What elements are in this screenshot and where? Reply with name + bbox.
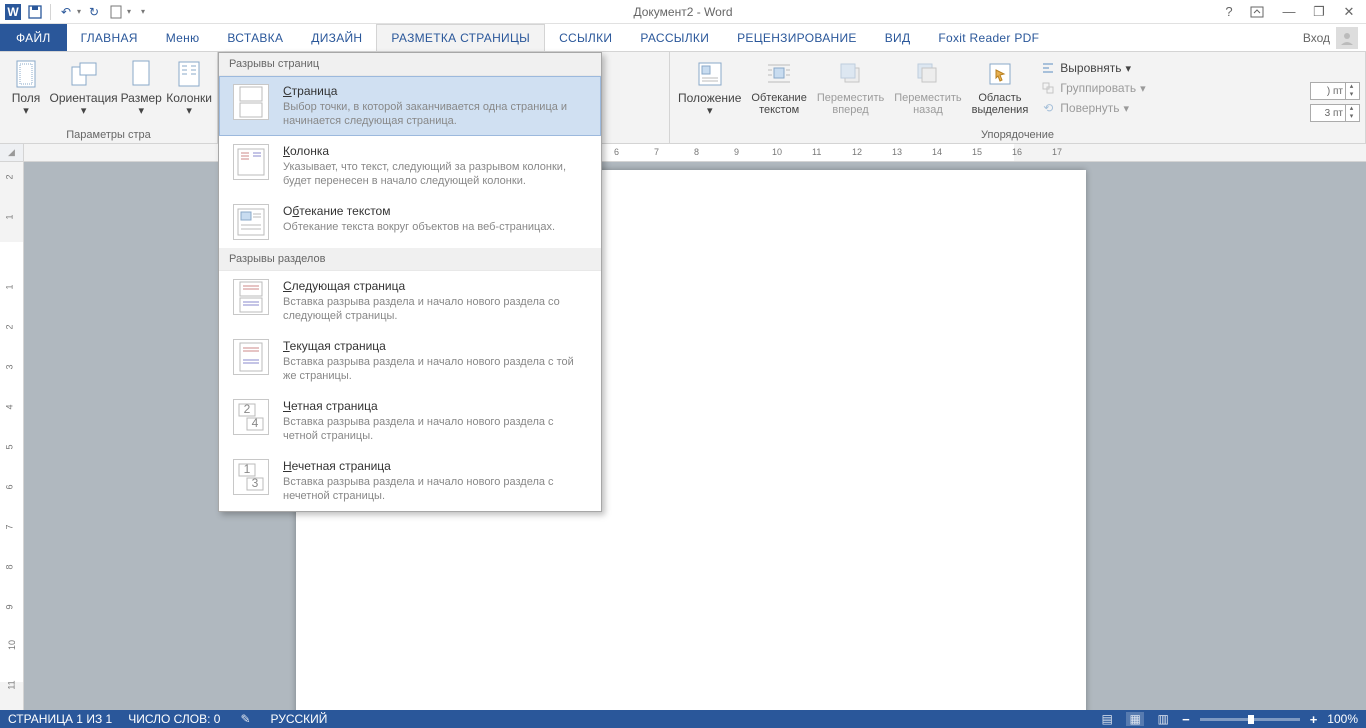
tab-mailings[interactable]: РАССЫЛКИ: [626, 24, 723, 51]
tab-design[interactable]: ДИЗАЙН: [297, 24, 376, 51]
next-page-icon: [233, 279, 269, 315]
ribbon-tabs: ФАЙЛ ГЛАВНАЯ Меню ВСТАВКА ДИЗАЙН РАЗМЕТК…: [0, 24, 1366, 52]
rotate-button[interactable]: ⟲Повернуть ▾: [1034, 98, 1151, 118]
statusbar: СТРАНИЦА 1 ИЗ 1 ЧИСЛО СЛОВ: 0 ✎ РУССКИЙ …: [0, 710, 1366, 728]
orientation-button[interactable]: Ориентация▾: [50, 56, 117, 119]
avatar-icon: [1336, 27, 1358, 49]
text-wrap-break-icon: [233, 204, 269, 240]
break-page[interactable]: СтраницаВыбор точки, в которой заканчива…: [219, 76, 601, 136]
spacing-after[interactable]: 3 пт▴▾: [1310, 104, 1360, 122]
break-column[interactable]: КолонкаУказывает, что текст, следующий з…: [219, 136, 601, 196]
columns-button[interactable]: Колонки▾: [165, 56, 213, 119]
tab-view[interactable]: ВИД: [871, 24, 925, 51]
bring-forward-button[interactable]: Переместить вперед: [813, 56, 888, 118]
qat-customize[interactable]: ▾: [141, 7, 145, 16]
spacing-before[interactable]: ) пт▴▾: [1310, 82, 1360, 100]
page-indicator[interactable]: СТРАНИЦА 1 ИЗ 1: [8, 712, 112, 726]
wrap-text-button[interactable]: Обтекание текстом: [747, 56, 810, 118]
tab-review[interactable]: РЕЦЕНЗИРОВАНИЕ: [723, 24, 871, 51]
group-page-setup: Поля▾ Ориентация▾ Размер▾ Колонки▾ Парам…: [0, 52, 218, 143]
ribbon: Поля▾ Ориентация▾ Размер▾ Колонки▾ Парам…: [0, 52, 1366, 144]
minimize-icon[interactable]: —: [1280, 4, 1298, 19]
align-button[interactable]: Выровнять ▾: [1034, 58, 1151, 78]
quick-access-toolbar: W ↶▾ ↻ ▾ ▾: [0, 3, 149, 21]
break-text-wrapping[interactable]: Обтекание текстомОбтекание текста вокруг…: [219, 196, 601, 248]
word-count[interactable]: ЧИСЛО СЛОВ: 0: [128, 712, 220, 726]
horizontal-ruler[interactable]: ◢ 67891011121314151617: [0, 144, 1366, 162]
selection-pane-button[interactable]: Область выделения: [968, 56, 1033, 118]
page-break-icon: [233, 84, 269, 120]
tab-home[interactable]: ГЛАВНАЯ: [67, 24, 152, 51]
margins-button[interactable]: Поля▾: [4, 56, 48, 119]
tab-foxit[interactable]: Foxit Reader PDF: [924, 24, 1053, 51]
close-icon[interactable]: ✕: [1340, 4, 1358, 20]
section-even-page[interactable]: 24 Четная страницаВставка разрыва раздел…: [219, 391, 601, 451]
send-backward-button[interactable]: Переместить назад: [890, 56, 965, 118]
tab-references[interactable]: ССЫЛКИ: [545, 24, 626, 51]
continuous-icon: [233, 339, 269, 375]
group-objects-button[interactable]: Группировать ▾: [1034, 78, 1151, 98]
even-page-icon: 24: [233, 399, 269, 435]
print-layout-icon[interactable]: ▦: [1126, 712, 1144, 726]
titlebar: W ↶▾ ↻ ▾ ▾ Документ2 - Word ? — ❐ ✕: [0, 0, 1366, 24]
tab-menu[interactable]: Меню: [152, 24, 214, 51]
sign-in[interactable]: Вход: [1303, 24, 1366, 51]
tab-page-layout[interactable]: РАЗМЕТКА СТРАНИЦЫ: [376, 24, 545, 51]
save-icon[interactable]: [26, 3, 44, 21]
vertical-ruler[interactable]: 21 1234567891011: [0, 162, 24, 710]
zoom-slider[interactable]: [1200, 718, 1300, 721]
svg-text:W: W: [7, 5, 19, 19]
group-arrange: Положение▾ Обтекание текстом Переместить…: [670, 52, 1366, 143]
column-break-icon: [233, 144, 269, 180]
spellcheck-icon[interactable]: ✎: [236, 712, 254, 726]
ribbon-display-icon[interactable]: [1250, 6, 1268, 18]
zoom-in-button[interactable]: +: [1310, 712, 1318, 727]
restore-icon[interactable]: ❐: [1310, 4, 1328, 20]
svg-text:3: 3: [252, 476, 259, 490]
svg-text:2: 2: [244, 402, 251, 416]
window-title: Документ2 - Word: [633, 5, 732, 19]
window-controls: ? — ❐ ✕: [1220, 4, 1366, 20]
tab-insert[interactable]: ВСТАВКА: [213, 24, 297, 51]
separator: [50, 4, 51, 20]
svg-text:1: 1: [244, 462, 251, 476]
position-button[interactable]: Положение▾: [674, 56, 745, 119]
svg-text:4: 4: [252, 416, 259, 430]
help-icon[interactable]: ?: [1220, 4, 1238, 19]
section-continuous[interactable]: Текущая страницаВставка разрыва раздела …: [219, 331, 601, 391]
size-button[interactable]: Размер▾: [119, 56, 163, 119]
odd-page-icon: 13: [233, 459, 269, 495]
word-icon: W: [4, 3, 22, 21]
ruler-corner: ◢: [0, 144, 24, 161]
breaks-dropdown: Разрывы страниц СтраницаВыбор точки, в к…: [218, 52, 602, 512]
redo-icon[interactable]: ↻: [85, 3, 103, 21]
language-indicator[interactable]: РУССКИЙ: [270, 712, 327, 726]
read-mode-icon[interactable]: ▤: [1098, 712, 1116, 726]
zoom-out-button[interactable]: −: [1182, 712, 1190, 727]
web-layout-icon[interactable]: ▥: [1154, 712, 1172, 726]
workspace: 21 1234567891011: [0, 162, 1366, 710]
new-doc-icon[interactable]: [107, 3, 125, 21]
tab-file[interactable]: ФАЙЛ: [0, 24, 67, 51]
section-odd-page[interactable]: 13 Нечетная страницаВставка разрыва разд…: [219, 451, 601, 511]
section-next-page[interactable]: Следующая страницаВставка разрыва раздел…: [219, 271, 601, 331]
undo-icon[interactable]: ↶: [57, 3, 75, 21]
zoom-level[interactable]: 100%: [1327, 712, 1358, 726]
